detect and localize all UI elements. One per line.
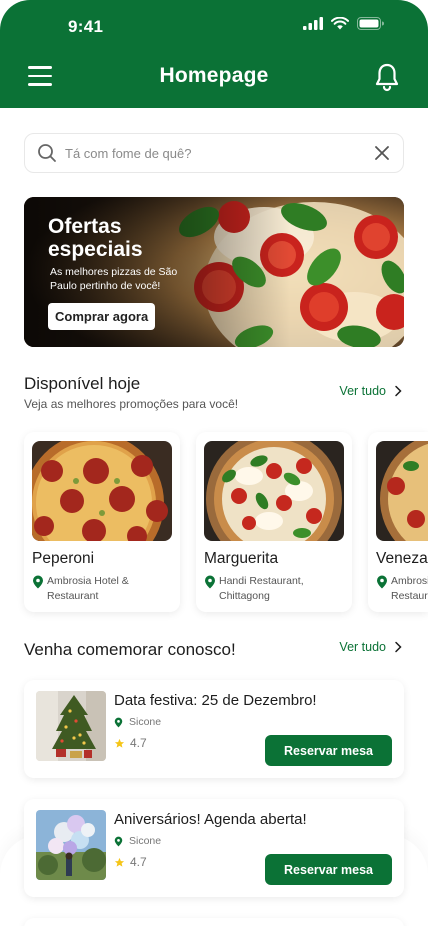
location-pin-icon (114, 836, 123, 846)
close-icon[interactable] (373, 144, 391, 162)
location-pin-icon (377, 575, 387, 589)
reserve-table-button[interactable]: Reservar mesa (265, 735, 392, 766)
page-title: Homepage (159, 64, 269, 87)
section-title-celebrate: Venha comemorar conosco! (24, 640, 236, 659)
pizza-image (32, 441, 172, 541)
event-card[interactable]: Aniversários! Agenda aberta! Sicone 4.7 … (24, 799, 404, 897)
event-rating-value: 4.7 (130, 736, 147, 750)
event-title: Aniversários! Agenda aberta! (114, 811, 307, 828)
location-pin-icon (205, 575, 215, 589)
search-input[interactable] (65, 145, 373, 161)
reserve-table-button[interactable]: Reservar mesa (265, 854, 392, 885)
banner-title: Ofertas especiais (48, 215, 143, 261)
search-bar (24, 133, 404, 173)
pizza-image (376, 441, 428, 541)
star-icon (114, 738, 125, 748)
chevron-right-icon (395, 641, 402, 653)
bell-icon[interactable] (374, 62, 400, 92)
christmas-tree-image (36, 691, 106, 761)
see-all-label: Ver tudo (339, 640, 386, 654)
event-card[interactable]: Data festiva: 25 de Dezembro! Sicone 4.7… (24, 680, 404, 778)
event-rating: 4.7 (114, 855, 147, 869)
product-name: Peperoni (32, 550, 95, 567)
buy-now-button[interactable]: Comprar agora (48, 303, 156, 330)
event-rating-value: 4.7 (130, 855, 147, 869)
promo-banner[interactable]: Ofertas especiais As melhores pizzas de … (24, 197, 404, 347)
cellular-signal-icon (303, 17, 323, 30)
product-card[interactable]: Veneza Ambrosia Hotel & Restaurant (368, 432, 428, 612)
product-location: Ambrosia Hotel & Restaurant (32, 574, 157, 604)
chevron-right-icon (395, 385, 402, 397)
event-rating: 4.7 (114, 736, 147, 750)
location-pin-icon (33, 575, 43, 589)
product-card[interactable]: Marguerita Handi Restaurant, Chittagong (196, 432, 352, 612)
see-all-label: Ver tudo (339, 384, 386, 398)
pizza-image (204, 441, 344, 541)
product-name: Marguerita (204, 550, 279, 567)
status-icons (303, 17, 384, 30)
event-place-text: Sicone (129, 835, 162, 847)
product-card[interactable]: Peperoni Ambrosia Hotel & Restaurant (24, 432, 180, 612)
product-name: Veneza (376, 550, 428, 567)
balloons-image (36, 810, 106, 880)
product-location-text: Ambrosia Hotel & Restaurant (47, 575, 129, 602)
event-title: Data festiva: 25 de Dezembro! (114, 692, 317, 709)
event-card-partial[interactable] (24, 918, 404, 926)
event-place: Sicone (114, 835, 161, 847)
see-all-celebrate-link[interactable]: Ver tudo (339, 640, 402, 654)
section-title-available: Disponível hoje (24, 374, 141, 393)
product-location: Ambrosia Hotel & Restaurant (376, 574, 428, 604)
event-place-text: Sicone (129, 716, 162, 728)
wifi-icon (331, 17, 349, 30)
battery-icon (357, 17, 384, 30)
product-location-text: Handi Restaurant, Chittagong (219, 575, 304, 602)
star-icon (114, 857, 125, 867)
product-location: Handi Restaurant, Chittagong (204, 574, 329, 604)
section-subtitle-available: Veja as melhores promoções para você! (24, 397, 239, 411)
app-header: 9:41 Homepage (0, 0, 428, 108)
search-icon (38, 144, 56, 162)
see-all-available-link[interactable]: Ver tudo (339, 384, 402, 398)
event-place: Sicone (114, 716, 161, 728)
status-time: 9:41 (68, 17, 104, 36)
product-location-text: Ambrosia Hotel & Restaurant (391, 575, 428, 602)
banner-subtitle: As melhores pizzas de São Paulo pertinho… (50, 266, 178, 292)
location-pin-icon (114, 717, 123, 727)
